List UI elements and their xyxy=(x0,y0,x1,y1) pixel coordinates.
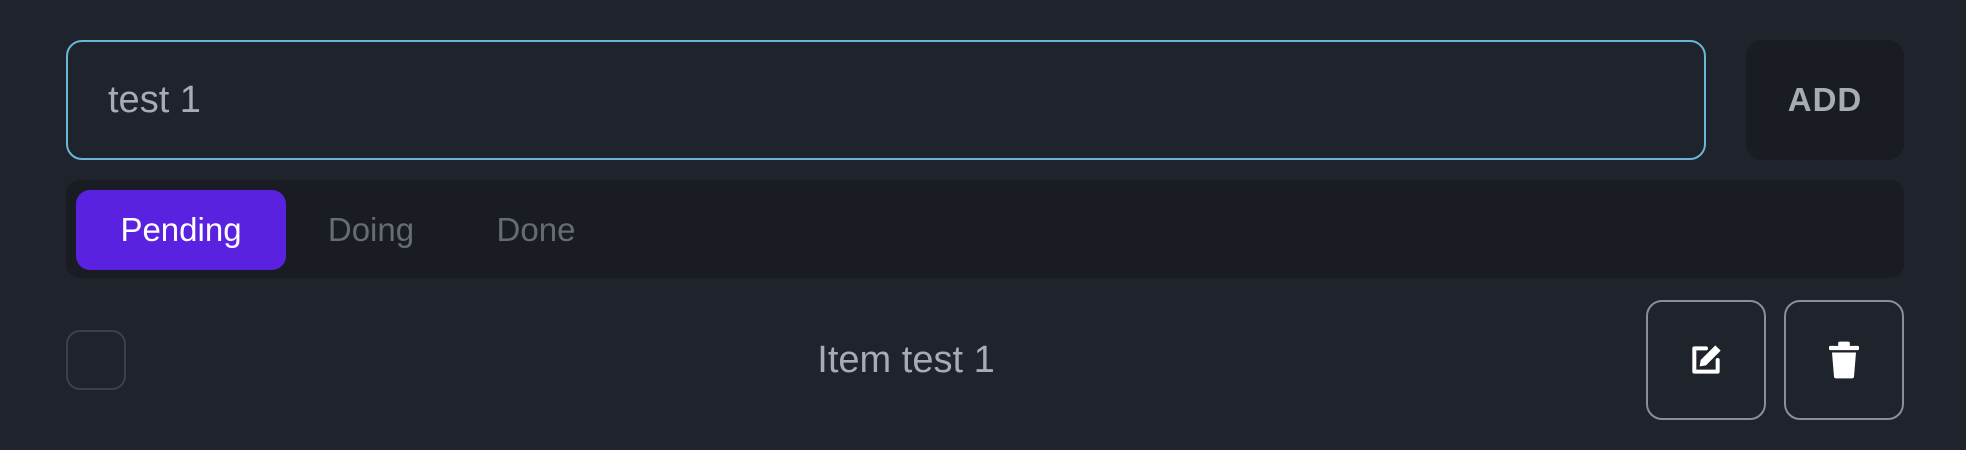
list-item: Item test 1 xyxy=(66,300,1904,420)
tab-doing[interactable]: Doing xyxy=(296,190,446,270)
item-checkbox[interactable] xyxy=(66,330,126,390)
tab-done[interactable]: Done xyxy=(466,190,606,270)
item-label: Item test 1 xyxy=(817,339,995,381)
add-button[interactable]: ADD xyxy=(1746,40,1904,160)
edit-icon xyxy=(1686,340,1726,380)
trash-icon xyxy=(1826,340,1862,380)
new-task-row: ADD xyxy=(66,40,1904,160)
edit-button[interactable] xyxy=(1646,300,1766,420)
delete-button[interactable] xyxy=(1784,300,1904,420)
todo-app: ADD Pending Doing Done Item test 1 xyxy=(0,0,1966,450)
task-input[interactable] xyxy=(66,40,1706,160)
status-tabs: Pending Doing Done xyxy=(66,180,1904,278)
tab-pending[interactable]: Pending xyxy=(76,190,286,270)
